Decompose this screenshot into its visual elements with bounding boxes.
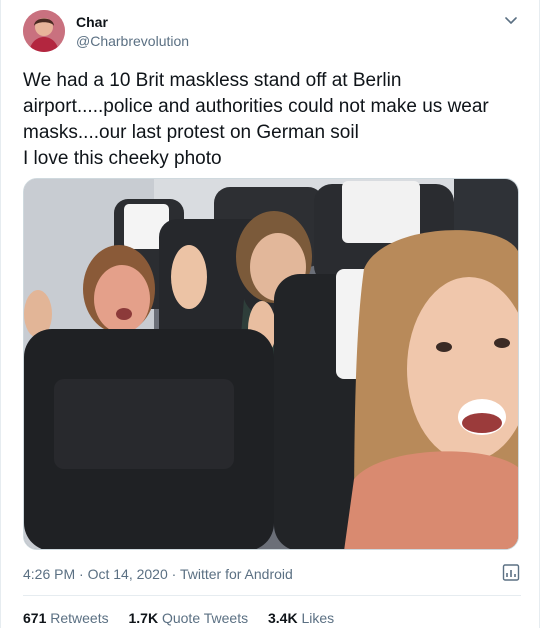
- tweet-card: Char @Charbrevolution We had a 10 Brit m…: [0, 0, 540, 628]
- analytics-icon[interactable]: [501, 562, 521, 582]
- retweets-stat[interactable]: 671 Retweets: [23, 610, 109, 626]
- chevron-down-icon[interactable]: [503, 12, 519, 28]
- tweet-stats: 671 Retweets 1.7K Quote Tweets 3.4K Like…: [23, 610, 350, 626]
- quotes-label: Quote Tweets: [161, 610, 249, 626]
- tweet-date[interactable]: Oct 14, 2020: [88, 566, 168, 582]
- meta-separator: ·: [79, 566, 84, 582]
- tweet-photo[interactable]: [23, 178, 519, 550]
- quotes-count: 1.7K: [128, 610, 159, 626]
- likes-label: Likes: [301, 610, 335, 626]
- divider: [23, 595, 521, 596]
- author-handle[interactable]: @Charbrevolution: [76, 33, 189, 49]
- tweet-photo-image: [24, 179, 518, 549]
- author-name[interactable]: Char: [76, 14, 108, 30]
- tweet-source[interactable]: Twitter for Android: [180, 566, 293, 582]
- avatar[interactable]: [23, 10, 65, 52]
- tweet-text-line: airport.....police and authorities could…: [23, 96, 489, 117]
- tweet-text-line: I love this cheeky photo: [23, 148, 222, 169]
- retweets-label: Retweets: [50, 610, 109, 626]
- tweet-time[interactable]: 4:26 PM: [23, 566, 75, 582]
- tweet-meta: 4:26 PM · Oct 14, 2020 · Twitter for And…: [23, 566, 293, 582]
- tweet-text: We had a 10 Brit maskless stand off at B…: [23, 68, 523, 172]
- likes-count: 3.4K: [268, 610, 298, 626]
- avatar-image: [23, 10, 65, 52]
- tweet-text-line: masks....our last protest on German soil: [23, 122, 359, 143]
- meta-separator: ·: [171, 566, 177, 582]
- retweets-count: 671: [23, 610, 47, 626]
- quote-tweets-stat[interactable]: 1.7K Quote Tweets: [129, 610, 249, 626]
- tweet-text-line: We had a 10 Brit maskless stand off at B…: [23, 70, 402, 91]
- likes-stat[interactable]: 3.4K Likes: [268, 610, 334, 626]
